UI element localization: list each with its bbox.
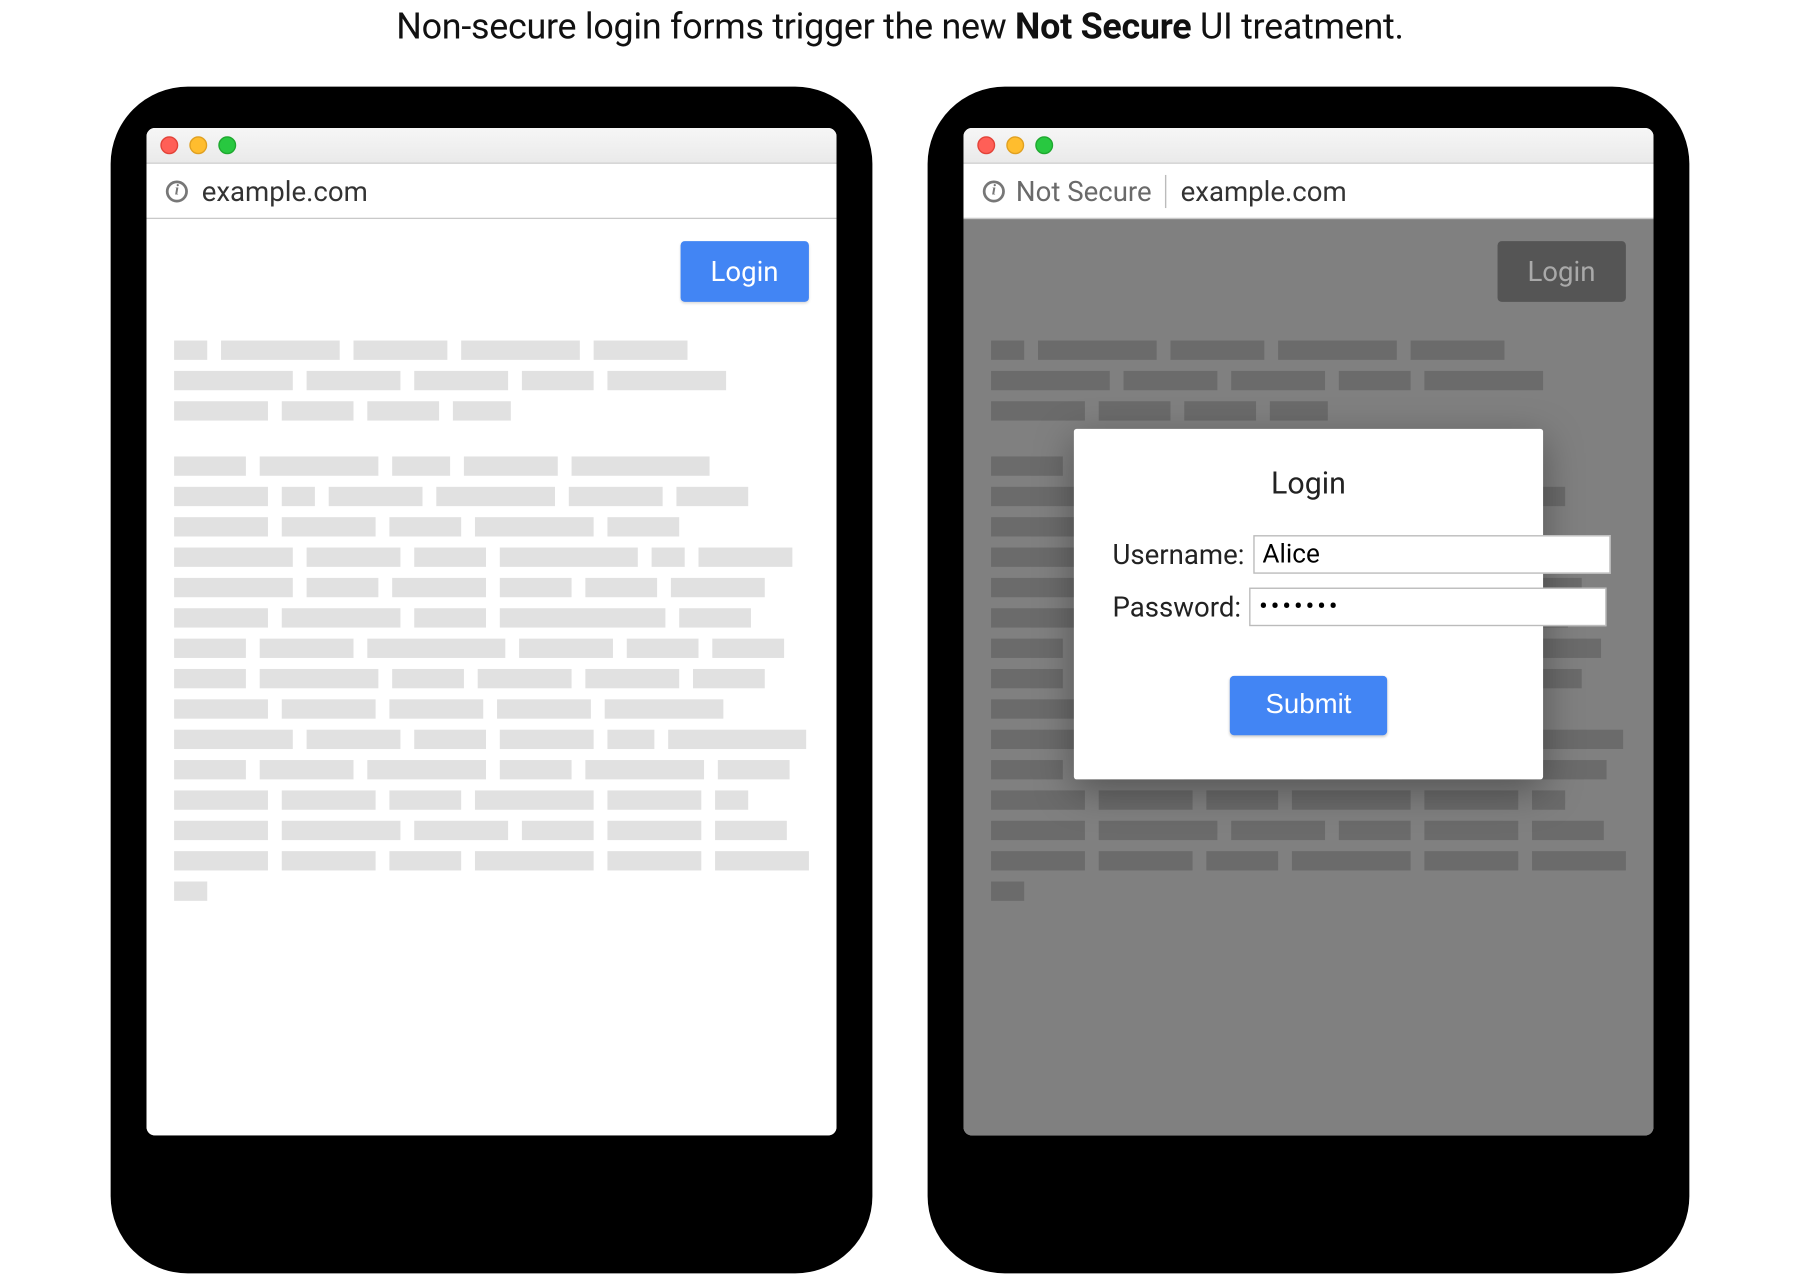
- caption-highlight: Not Secure: [1015, 7, 1191, 48]
- maximize-icon[interactable]: [1035, 136, 1053, 154]
- address-bar[interactable]: i example.com: [147, 164, 837, 219]
- caption-suffix: UI treatment.: [1191, 7, 1403, 48]
- minimize-icon[interactable]: [189, 136, 207, 154]
- caption: Non-secure login forms trigger the new N…: [111, 7, 1690, 48]
- placeholder-paragraph: [174, 341, 809, 421]
- device-frame-right: i Not Secure example.com Login: [928, 87, 1690, 1274]
- placeholder-paragraph: [174, 456, 809, 900]
- not-secure-label: Not Secure: [1016, 174, 1167, 207]
- username-label: Username:: [1113, 538, 1245, 571]
- password-input[interactable]: [1249, 587, 1606, 626]
- close-icon[interactable]: [160, 136, 178, 154]
- modal-title: Login: [1271, 467, 1346, 502]
- password-label: Password:: [1113, 590, 1242, 623]
- placeholder-paragraph: [991, 341, 1626, 421]
- login-button[interactable]: Login: [680, 241, 809, 302]
- username-input[interactable]: [1253, 535, 1610, 574]
- caption-prefix: Non-secure login forms trigger the new: [396, 7, 1015, 48]
- browser-window-right: i Not Secure example.com Login: [963, 128, 1653, 1135]
- minimize-icon[interactable]: [1006, 136, 1024, 154]
- submit-button[interactable]: Submit: [1230, 676, 1388, 735]
- window-titlebar: [963, 128, 1653, 164]
- close-icon[interactable]: [977, 136, 995, 154]
- window-titlebar: [147, 128, 837, 164]
- address-bar[interactable]: i Not Secure example.com: [963, 164, 1653, 219]
- maximize-icon[interactable]: [218, 136, 236, 154]
- url-text: example.com: [1178, 174, 1347, 207]
- browser-window-left: i example.com Login: [147, 128, 837, 1135]
- page-content: Login: [963, 219, 1653, 1135]
- page-content: Login: [147, 219, 837, 1135]
- login-button[interactable]: Login: [1497, 241, 1626, 302]
- info-icon[interactable]: i: [983, 180, 1005, 202]
- info-icon[interactable]: i: [166, 180, 188, 202]
- url-text: example.com: [199, 174, 368, 207]
- login-modal: Login Username: Password: Submit: [1074, 429, 1543, 780]
- device-frame-left: i example.com Login: [111, 87, 873, 1274]
